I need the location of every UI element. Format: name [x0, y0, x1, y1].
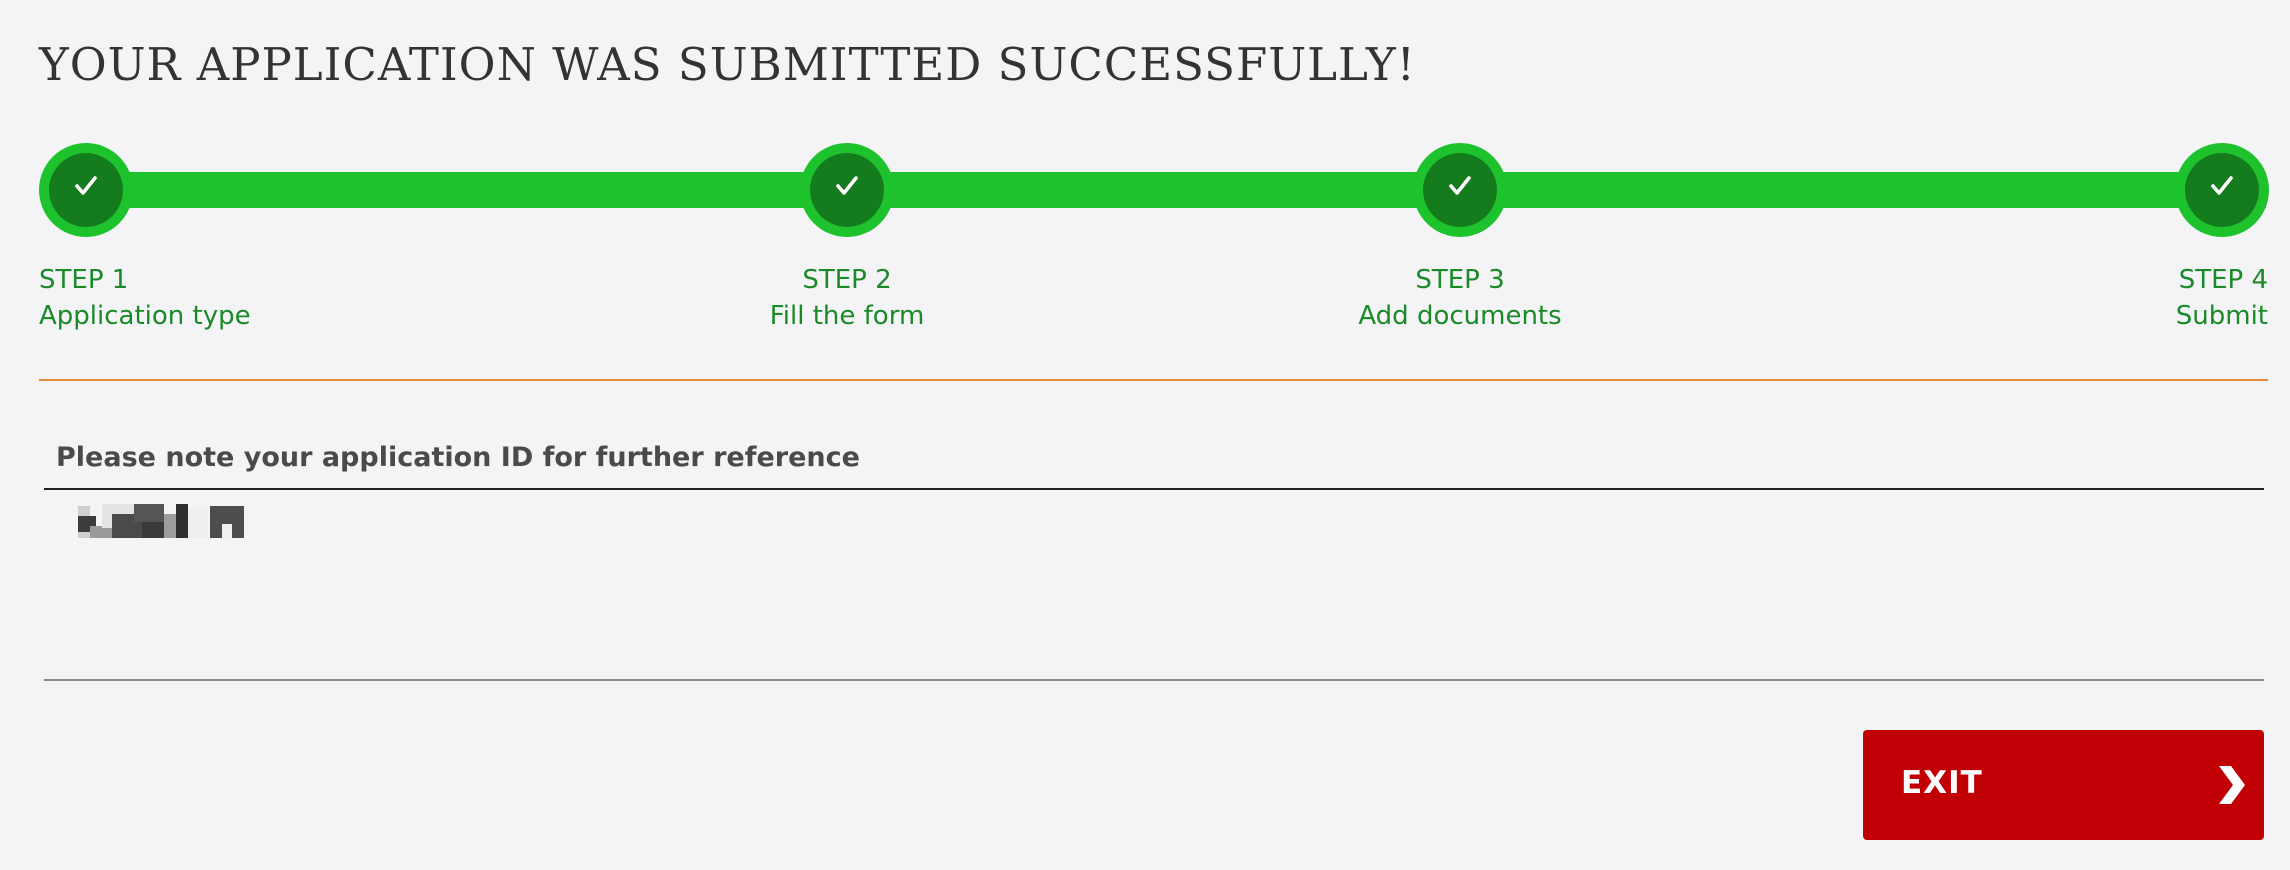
- step-4-indicator: [2175, 143, 2269, 237]
- step-1-label: STEP 1 Application type: [39, 262, 251, 334]
- step-4-label: STEP 4 Submit: [2176, 262, 2268, 334]
- section-divider: [39, 379, 2268, 381]
- step-name: Submit: [2175, 301, 2268, 331]
- step-1-indicator: [39, 143, 133, 237]
- progress-track: [86, 172, 2266, 208]
- step-number: STEP 4: [2178, 265, 2268, 295]
- checkmark-icon: [2211, 176, 2233, 195]
- step-3-indicator: [1413, 143, 1507, 237]
- application-id-value-redacted: [78, 504, 244, 538]
- checkmark-icon: [836, 176, 858, 195]
- step-number: STEP 1: [39, 265, 129, 295]
- step-3-label: STEP 3 Add documents: [1358, 262, 1561, 334]
- checkmark-icon: [75, 176, 97, 195]
- step-name: Add documents: [1358, 301, 1562, 331]
- chevron-right-icon: [2219, 766, 2245, 804]
- application-id-label: Please note your application ID for furt…: [56, 442, 860, 473]
- divider: [44, 679, 2264, 681]
- progress-stepper: STEP 1 Application type STEP 2 Fill the …: [0, 0, 2290, 340]
- divider: [44, 488, 2264, 490]
- checkmark-icon: [1449, 176, 1471, 195]
- step-number: STEP 3: [1415, 265, 1505, 295]
- application-id-panel: Please note your application ID for furt…: [44, 430, 2264, 682]
- step-number: STEP 2: [802, 265, 892, 295]
- step-name: Fill the form: [769, 301, 925, 331]
- step-2-label: STEP 2 Fill the form: [770, 262, 925, 334]
- exit-button[interactable]: EXIT: [1863, 730, 2264, 840]
- step-name: Application type: [39, 301, 251, 331]
- step-2-indicator: [800, 143, 894, 237]
- exit-button-label: EXIT: [1901, 765, 1983, 801]
